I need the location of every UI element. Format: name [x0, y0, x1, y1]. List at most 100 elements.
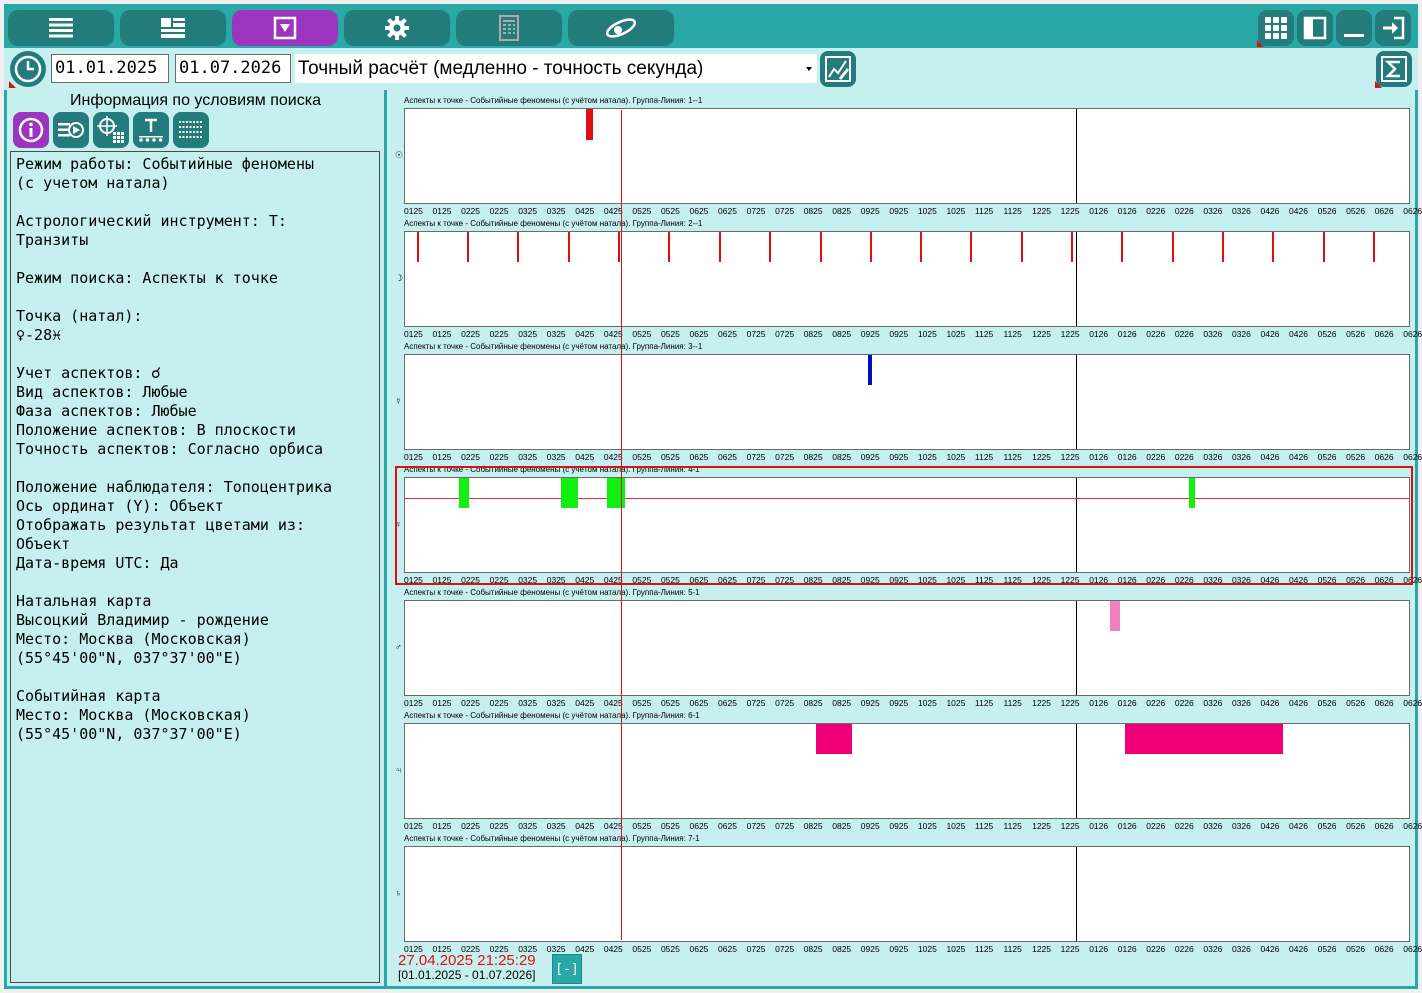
sum-button[interactable]	[1375, 51, 1412, 88]
x-tick-label: 0425	[575, 329, 595, 339]
info-button[interactable]	[13, 112, 49, 148]
target-grid-button[interactable]	[93, 112, 129, 148]
x-tick-label: 0225	[461, 329, 481, 339]
aspect-event-bar[interactable]	[568, 232, 570, 262]
stripes-button[interactable]	[173, 112, 209, 148]
list-button[interactable]	[8, 10, 114, 46]
x-tick-label: 0325	[546, 944, 566, 954]
aspect-event-bar[interactable]	[417, 232, 419, 262]
x-tick-label: 1025	[917, 329, 937, 339]
filter-button[interactable]	[232, 10, 338, 46]
aspect-event-bar[interactable]	[1071, 232, 1073, 262]
x-tick-label: 0426	[1289, 698, 1308, 708]
x-tick-label: 0325	[546, 329, 566, 339]
aspect-event-bar[interactable]	[1373, 232, 1375, 262]
x-tick-label: 0725	[775, 452, 795, 462]
layout-button[interactable]	[120, 10, 226, 46]
x-tick-label: 0626	[1374, 698, 1394, 708]
aspect-event-bar[interactable]	[1125, 724, 1283, 754]
aspect-event-bar[interactable]	[1110, 601, 1120, 631]
aspect-event-bar[interactable]	[517, 232, 519, 262]
aspect-event-bar[interactable]	[970, 232, 972, 262]
export-button[interactable]	[53, 112, 89, 148]
list-icon	[49, 18, 73, 38]
date-to-field[interactable]: 01.07.2026	[175, 54, 291, 83]
x-tick-label: 0825	[832, 944, 852, 954]
panel-toggle-button[interactable]	[1297, 10, 1333, 46]
x-tick-label: 0625	[718, 698, 737, 708]
aspect-event-bar[interactable]	[870, 232, 872, 262]
aspect-event-bar[interactable]	[769, 232, 771, 262]
grid-view-button[interactable]	[1257, 10, 1294, 47]
text-ticks-button[interactable]	[133, 112, 169, 148]
aspect-event-bar[interactable]	[1021, 232, 1023, 262]
aspect-event-bar[interactable]	[1323, 232, 1325, 262]
aspect-event-bar[interactable]	[820, 232, 822, 262]
spreadsheet-button[interactable]	[456, 10, 562, 46]
x-tick-label: 0325	[546, 698, 566, 708]
info-line: Событийная карта	[16, 687, 161, 705]
settings-button[interactable]	[344, 10, 450, 46]
chart-plot-area[interactable]	[404, 723, 1410, 819]
aspect-event-bar[interactable]	[1272, 232, 1274, 262]
x-tick-label: 0325	[546, 821, 566, 831]
aspect-event-bar[interactable]	[1121, 232, 1123, 262]
x-tick-label: 1125	[1003, 206, 1022, 216]
x-tick-label: 0125	[404, 206, 423, 216]
chart-row[interactable]: Аспекты к точке - Событийные феномены (с…	[387, 711, 1422, 834]
x-tick-label: 0625	[689, 944, 709, 954]
chart-plot-area[interactable]	[404, 354, 1410, 450]
x-tick-label: 0126	[1089, 944, 1109, 954]
chart-plot-area[interactable]	[404, 600, 1410, 696]
clock-button[interactable]	[9, 51, 46, 88]
aspect-event-bar[interactable]	[586, 109, 593, 140]
aspect-event-bar[interactable]	[668, 232, 670, 262]
x-tick-label: 0125	[404, 452, 423, 462]
chart-plot-area[interactable]	[404, 231, 1410, 327]
aspect-event-bar[interactable]	[467, 232, 469, 262]
collapse-button[interactable]: [-]	[552, 954, 582, 984]
x-tick-label: 0326	[1203, 206, 1223, 216]
x-tick-label: 0925	[889, 206, 909, 216]
x-tick-label: 0326	[1231, 329, 1251, 339]
x-tick-label: 0426	[1260, 821, 1280, 831]
orbit-logo-button[interactable]	[568, 10, 674, 46]
info-line: Объект	[16, 535, 71, 553]
chart-row[interactable]: Аспекты к точке - Событийные феномены (с…	[387, 588, 1422, 711]
aspect-event-bar[interactable]	[1172, 232, 1174, 262]
aspect-event-bar[interactable]	[816, 724, 852, 754]
calculation-mode-select[interactable]: Точный расчёт (медленно - точность секун…	[295, 54, 817, 83]
search-info-panel: Информация по условиям поиска Режим рабо…	[7, 90, 384, 986]
x-tick-label: 0325	[546, 206, 566, 216]
aspect-event-bar[interactable]	[618, 232, 620, 262]
aspect-event-bar[interactable]	[920, 232, 922, 262]
aspect-event-bar[interactable]	[868, 355, 872, 385]
chart-plot-area[interactable]	[404, 846, 1410, 942]
x-tick-label: 1225	[1032, 698, 1052, 708]
x-tick-label: 0925	[860, 452, 880, 462]
x-tick-label: 0426	[1289, 944, 1308, 954]
chart-row[interactable]: Аспекты к точке - Событийные феномены (с…	[387, 219, 1422, 342]
exit-button[interactable]	[1375, 10, 1411, 46]
x-tick-label: 0326	[1231, 206, 1251, 216]
x-tick-label: 0225	[461, 821, 481, 831]
x-tick-label: 1125	[1003, 944, 1022, 954]
minimize-button[interactable]	[1336, 10, 1372, 46]
edit-chart-button[interactable]	[820, 51, 856, 87]
x-tick-label: 0526	[1317, 698, 1337, 708]
x-tick-label: 0626	[1374, 821, 1394, 831]
x-tick-label: 1025	[946, 206, 966, 216]
x-tick-label: 0526	[1317, 821, 1337, 831]
date-cursor-line[interactable]	[621, 110, 622, 940]
x-tick-label: 0526	[1317, 944, 1337, 954]
chart-row[interactable]: Аспекты к точке - Событийные феномены (с…	[387, 96, 1422, 219]
chart-plot-area[interactable]	[404, 108, 1410, 204]
chart-row[interactable]: Аспекты к точке - Событийные феномены (с…	[387, 342, 1422, 465]
x-tick-label: 1025	[946, 329, 966, 339]
aspect-event-bar[interactable]	[1222, 232, 1224, 262]
chart-row[interactable]: Аспекты к точке - Событийные феномены (с…	[387, 834, 1422, 957]
x-tick-label: 1225	[1060, 452, 1080, 462]
date-from-field[interactable]: 01.01.2025	[51, 54, 169, 83]
aspect-event-bar[interactable]	[719, 232, 721, 262]
panel-icon	[1303, 16, 1327, 40]
